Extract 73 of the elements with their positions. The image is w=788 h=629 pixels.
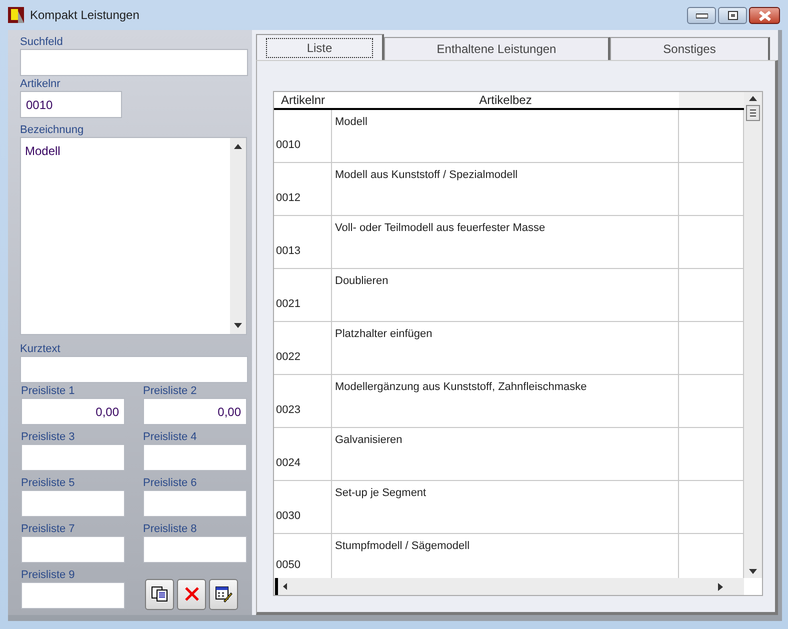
scroll-down-icon[interactable] [234,323,242,328]
maximize-button[interactable] [718,7,747,24]
field-label: Preisliste 3 [21,431,76,444]
field-label: Suchfeld [20,36,64,49]
scroll-right-icon[interactable] [718,582,724,590]
field-label: Artikelnr [20,78,62,91]
field-label: Bezeichnung [20,124,85,137]
input-field[interactable] [21,490,125,517]
table-cell: Doublieren [332,269,679,321]
tab[interactable]: Enthaltene Leistungen [384,37,610,60]
tab[interactable]: Liste [256,34,384,60]
window-title: Kompakt Leistungen [30,7,140,24]
table-cell: Modell aus Kunststoff / Spezialmodell [332,163,679,215]
copy-button[interactable] [145,578,174,610]
edit-button[interactable] [209,578,238,610]
table-cell: 0024 [274,428,332,480]
input-field[interactable] [21,582,125,609]
table-cell: Set-up je Segment [332,481,679,533]
input-field[interactable] [143,444,247,471]
table-cell: 0022 [274,322,332,374]
scroll-down-icon[interactable] [749,569,757,574]
scroll-up-icon[interactable] [234,144,242,149]
input-field[interactable] [21,536,125,563]
table-cell: 0021 [274,269,332,321]
input-field[interactable]: 0,00 [143,398,247,425]
app-icon [8,7,24,23]
table-cell: Platzhalter einfügen [332,322,679,374]
table-cell: 0030 [274,481,332,533]
input-field[interactable]: 0010 [20,91,122,118]
input-field[interactable]: 0,00 [21,398,125,425]
scroll-thumb[interactable] [746,105,760,121]
scroll-up-icon[interactable] [749,96,757,101]
delete-button[interactable] [177,578,206,610]
vertical-scrollbar[interactable] [230,138,246,334]
close-button[interactable] [749,7,780,24]
table-cell: 0023 [274,375,332,427]
field-label: Preisliste 6 [143,477,198,490]
field-value: Modell [25,143,60,160]
tab[interactable]: Sonstiges [610,37,770,60]
input-field[interactable] [20,356,248,383]
field-label: Preisliste 8 [143,523,198,536]
field-label: Preisliste 1 [21,385,76,398]
input-field[interactable] [143,536,247,563]
table-cell: 0010 [274,110,332,162]
field-label: Preisliste 4 [143,431,198,444]
table-cell: Galvanisieren [332,428,679,480]
table-cell: 0012 [274,163,332,215]
field-label: Preisliste 2 [143,385,198,398]
text-area[interactable]: Modell [20,137,247,335]
vertical-scrollbar[interactable] [744,92,762,578]
input-field[interactable] [143,490,247,517]
table-cell: Modell [332,110,679,162]
input-field[interactable] [21,444,125,471]
calendar-pencil-icon [214,585,232,603]
column-header: Artikelnr [280,92,326,108]
maximize-icon [728,11,738,20]
horizontal-scrollbar[interactable] [274,578,744,595]
field-label: Preisliste 7 [21,523,76,536]
column-header: Artikelbez [478,92,533,108]
delete-icon [184,586,200,602]
minimize-button[interactable] [687,7,716,24]
input-field[interactable] [20,49,248,76]
table-cell: Modellergänzung aus Kunststoff, Zahnfleischmaske [332,375,679,427]
field-label: Preisliste 9 [21,569,76,582]
scroll-left-icon[interactable] [274,578,290,595]
table-cell: Voll- oder Teilmodell aus feuerfester Masse [332,216,679,268]
copy-icon [150,586,168,602]
table-cell: 0013 [274,216,332,268]
minimize-icon [696,12,708,18]
close-icon [758,10,770,20]
column-header [679,92,744,108]
field-label: Kurztext [20,343,62,356]
field-label: Preisliste 5 [21,477,76,490]
